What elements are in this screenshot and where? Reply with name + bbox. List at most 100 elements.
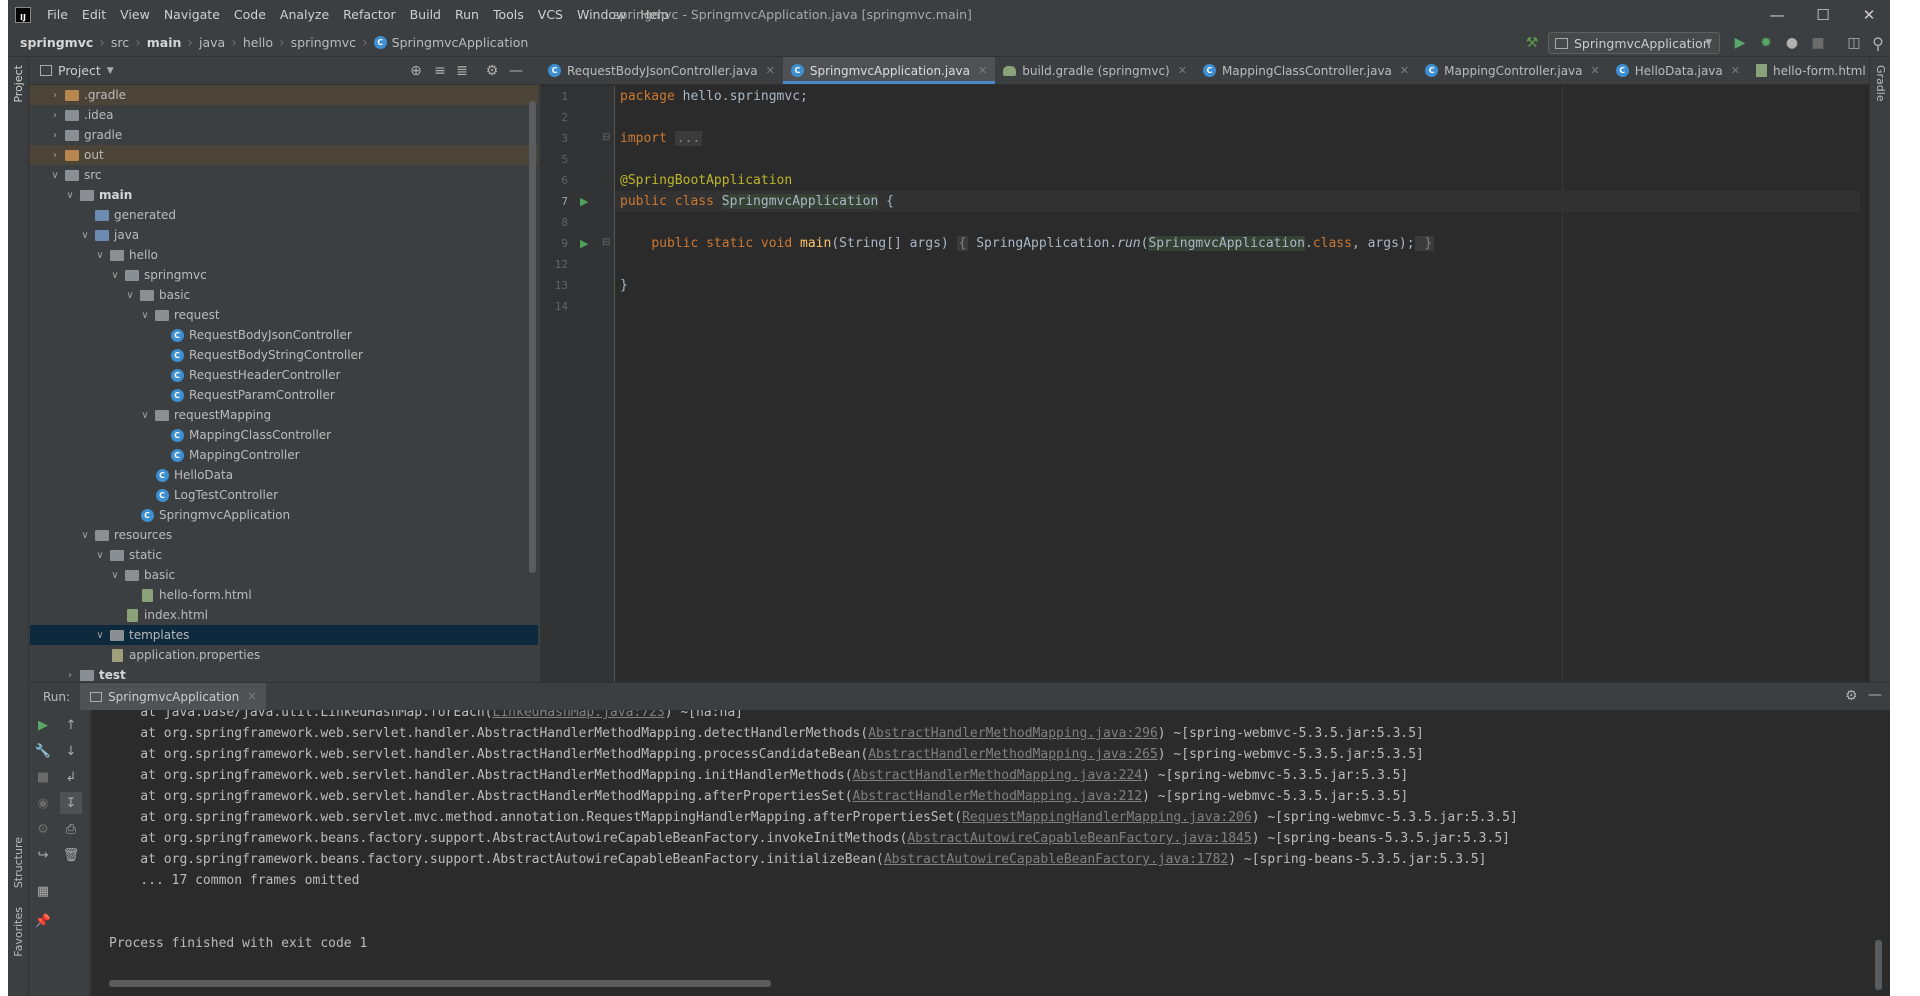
breadcrumb-main[interactable]: main xyxy=(147,35,182,50)
fold-icon[interactable]: ⊟ xyxy=(602,132,610,143)
tree-item[interactable]: C RequestBodyJsonController xyxy=(30,325,538,345)
menu-run[interactable]: Run xyxy=(448,7,486,22)
coverage-icon[interactable]: ● xyxy=(1782,33,1802,53)
folded-imports[interactable]: ... xyxy=(674,131,703,146)
menu-vcs[interactable]: VCS xyxy=(531,7,570,22)
minimize-icon[interactable]: — xyxy=(1754,0,1800,29)
tree-item[interactable]: C MappingController xyxy=(30,445,538,465)
chevron-down-icon[interactable]: ∨ xyxy=(108,570,122,581)
chevron-down-icon[interactable]: ∨ xyxy=(108,270,122,281)
run-gutter-icon[interactable]: ▶ xyxy=(580,195,588,208)
camera-icon[interactable]: ◉ xyxy=(32,792,54,814)
breadcrumb-springmvc[interactable]: springmvc xyxy=(291,35,356,50)
stacktrace-link[interactable]: AbstractAutowireCapableBeanFactory.java:… xyxy=(907,831,1251,846)
exit-icon[interactable]: ↪ xyxy=(32,844,54,866)
project-panel-title[interactable]: Project xyxy=(58,63,101,78)
tree-item[interactable]: C SpringmvcApplication xyxy=(30,505,538,525)
code-area[interactable]: package hello.springmvc; import ... @Spr… xyxy=(615,86,1860,682)
gradle-tool-button[interactable]: Gradle xyxy=(1874,65,1887,102)
close-window-icon[interactable]: ✕ xyxy=(1846,0,1890,29)
tree-item[interactable]: C LogTestController xyxy=(30,485,538,505)
favorites-tool-button[interactable]: Favorites xyxy=(12,907,25,957)
close-icon[interactable]: ✕ xyxy=(766,64,775,77)
down-arrow-icon[interactable]: ↓ xyxy=(60,740,82,762)
tree-item[interactable]: ∨ request xyxy=(30,305,538,325)
editor-tab[interactable]: C HelloData.java ✕ xyxy=(1608,57,1748,84)
chevron-down-icon[interactable]: ∨ xyxy=(138,310,152,321)
run-tab[interactable]: SpringmvcApplication ✕ xyxy=(80,682,267,711)
editor-tab[interactable]: C MappingClassController.java ✕ xyxy=(1195,57,1417,84)
project-tool-button[interactable]: Project xyxy=(12,65,25,103)
chevron-right-icon[interactable]: › xyxy=(48,90,62,101)
close-icon[interactable]: ✕ xyxy=(1400,64,1409,77)
menu-refactor[interactable]: Refactor xyxy=(336,7,402,22)
tree-item[interactable]: C RequestParamController xyxy=(30,385,538,405)
maximize-icon[interactable]: ☐ xyxy=(1800,0,1846,29)
fold-icon[interactable]: ⊟ xyxy=(602,237,610,248)
tree-item[interactable]: index.html xyxy=(30,605,538,625)
close-icon[interactable]: ✕ xyxy=(247,690,256,703)
close-icon[interactable]: ✕ xyxy=(978,64,987,77)
menu-view[interactable]: View xyxy=(113,7,157,22)
trash-icon[interactable]: 🗑 xyxy=(60,844,82,866)
wrench-icon[interactable]: 🔧 xyxy=(32,740,54,762)
menu-build[interactable]: Build xyxy=(403,7,448,22)
tree-item[interactable]: generated xyxy=(30,205,538,225)
breadcrumb-java[interactable]: java xyxy=(199,35,225,50)
search-icon[interactable]: ⚲ xyxy=(1868,33,1888,53)
chevron-down-icon[interactable]: ∨ xyxy=(93,550,107,561)
tree-item[interactable]: C RequestBodyStringController xyxy=(30,345,538,365)
editor-tab[interactable]: C RequestBodyJsonController.java ✕ xyxy=(540,57,783,84)
tree-item[interactable]: › .gradle xyxy=(30,85,538,105)
tree-item[interactable]: ∨ resources xyxy=(30,525,538,545)
soft-wrap-icon[interactable]: ↲ xyxy=(60,766,82,788)
chevron-down-icon[interactable]: ∨ xyxy=(78,230,92,241)
run-configuration-select[interactable]: SpringmvcApplication ▼ xyxy=(1548,32,1720,54)
chevron-right-icon[interactable]: › xyxy=(48,110,62,121)
tree-item[interactable]: ∨ springmvc xyxy=(30,265,538,285)
tree-item[interactable]: C MappingClassController xyxy=(30,425,538,445)
locate-icon[interactable]: ⊕ xyxy=(406,61,426,81)
editor-tab[interactable]: C SpringmvcApplication.java ✕ xyxy=(782,57,996,84)
chevron-down-icon[interactable]: ▼ xyxy=(107,66,114,76)
tree-item[interactable]: C HelloData xyxy=(30,465,538,485)
tree-item[interactable]: hello-form.html xyxy=(30,585,538,605)
tree-item[interactable]: › .idea xyxy=(30,105,538,125)
chevron-down-icon[interactable]: ∨ xyxy=(93,630,107,641)
tree-item[interactable]: ∨ src xyxy=(30,165,538,185)
breadcrumb-hello[interactable]: hello xyxy=(243,35,273,50)
pin-icon[interactable]: 📌 xyxy=(32,910,54,932)
breadcrumb-src[interactable]: src xyxy=(111,35,129,50)
tree-item[interactable]: ∨ basic xyxy=(30,285,538,305)
print-icon[interactable]: ⎙ xyxy=(60,818,82,840)
tree-item[interactable]: C RequestHeaderController xyxy=(30,365,538,385)
tree-item[interactable]: ∨ templates xyxy=(30,625,538,645)
up-arrow-icon[interactable]: ↑ xyxy=(60,714,82,736)
tree-item[interactable]: ∨ basic xyxy=(30,565,538,585)
hide-icon[interactable]: — xyxy=(506,61,526,81)
chevron-down-icon[interactable]: ∨ xyxy=(63,190,77,201)
tree-scrollbar[interactable] xyxy=(529,101,536,573)
menu-code[interactable]: Code xyxy=(227,7,273,22)
tree-item[interactable]: application.properties xyxy=(30,645,538,665)
breadcrumb-project[interactable]: springmvc xyxy=(20,35,93,50)
chevron-down-icon[interactable]: ∨ xyxy=(138,410,152,421)
scroll-to-end-icon[interactable]: ↧ xyxy=(60,792,82,814)
gear-icon[interactable]: ⚙ xyxy=(1845,688,1858,704)
close-icon[interactable]: ✕ xyxy=(1178,64,1187,77)
tree-item[interactable]: › out xyxy=(30,145,538,165)
editor-tab[interactable]: build.gradle (springmvc) ✕ xyxy=(995,57,1195,84)
stop-icon[interactable]: ■ xyxy=(32,766,54,788)
breadcrumb-class[interactable]: SpringmvcApplication xyxy=(392,35,529,50)
run-icon[interactable]: ▶ xyxy=(1730,33,1750,53)
stacktrace-link[interactable]: AbstractAutowireCapableBeanFactory.java:… xyxy=(884,852,1228,867)
hide-icon[interactable]: — xyxy=(1868,687,1882,703)
chevron-down-icon[interactable]: ∨ xyxy=(93,250,107,261)
tree-item[interactable]: ∨ static xyxy=(30,545,538,565)
build-hammer-icon[interactable]: ⚒ xyxy=(1522,33,1542,53)
rerun-icon[interactable]: ▶ xyxy=(32,714,54,736)
chevron-right-icon[interactable]: › xyxy=(48,130,62,141)
tree-item[interactable]: ∨ hello xyxy=(30,245,538,265)
project-structure-icon[interactable]: ◫ xyxy=(1844,33,1864,53)
console-output[interactable]: at java.base/java.util.LinkedHashMap.for… xyxy=(91,710,1890,996)
